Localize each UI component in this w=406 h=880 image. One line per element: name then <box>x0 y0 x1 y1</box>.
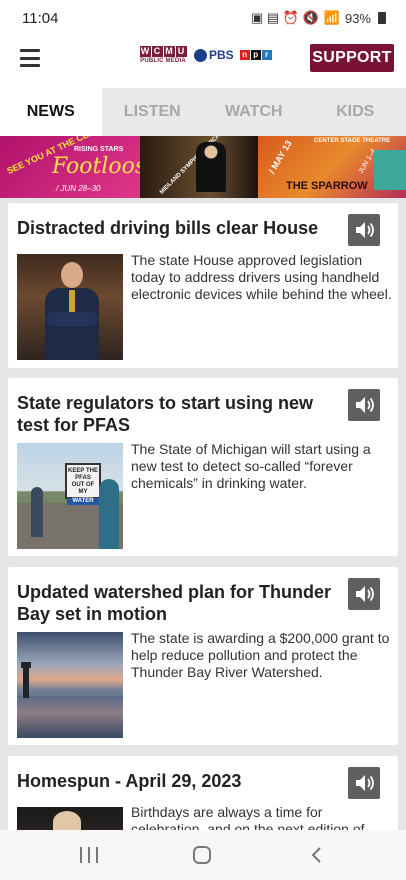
article-title[interactable]: Distracted driving bills clear House <box>17 217 333 239</box>
status-time: 11:04 <box>22 9 59 27</box>
article-title[interactable]: State regulators to start using new test… <box>17 392 333 436</box>
article-summary: The state House approved legislation tod… <box>131 252 392 302</box>
speaker-icon <box>356 397 374 413</box>
article-thumbnail[interactable]: KEEP THE PFAS OUT OF MY WATER <box>17 443 123 549</box>
pbs-text: PBS <box>209 48 234 62</box>
logo-subtitle: PUBLIC MEDIA <box>140 58 186 64</box>
battery-icon <box>378 12 386 24</box>
wcmu-wordmark: W C M U PUBLIC MEDIA <box>138 46 188 64</box>
logo-letter: U <box>175 46 187 57</box>
article-summary: The State of Michigan will start using a… <box>131 441 371 491</box>
article-title[interactable]: Homespun - April 29, 2023 <box>17 770 333 792</box>
pbs-head-icon <box>194 48 207 62</box>
banner-orchestra-panel: MIDLAND SYMPHONY ORCHESTRA <box>140 136 258 198</box>
back-icon[interactable] <box>310 847 324 863</box>
section-tabs: NEWS LISTEN WATCH KIDS <box>0 88 406 136</box>
article-card[interactable]: Updated watershed plan for Thunder Bay s… <box>8 567 398 745</box>
npr-letter: r <box>261 50 272 60</box>
banner-sparrow-title: THE SPARROW <box>286 180 368 192</box>
sign-line: PFAS <box>75 475 91 481</box>
banner-sparrow-panel: / MAY 13 CENTER STAGE THEATRE THE SPARRO… <box>258 136 406 198</box>
news-feed[interactable]: Distracted driving bills clear House The… <box>8 203 398 830</box>
home-icon[interactable] <box>193 846 211 864</box>
status-bar: 11:04 ▣ ▤ ⏰ 🔇 📶 93% <box>0 0 406 36</box>
sign-line: WATER <box>67 498 99 505</box>
article-thumbnail[interactable] <box>17 632 123 738</box>
npr-logo: n p r <box>239 50 272 60</box>
sign-line: OUT OF MY <box>71 482 95 495</box>
banner-midland-center <box>374 150 406 190</box>
wcmu-logo: W C M U PUBLIC MEDIA PBS n p r <box>138 46 272 64</box>
article-title[interactable]: Updated watershed plan for Thunder Bay s… <box>17 581 333 625</box>
promo-banner[interactable]: SEE YOU AT THE CENTER! RISING STARS Foot… <box>0 136 406 198</box>
status-icons: ▣ ▤ ⏰ 🔇 📶 93% <box>251 10 386 26</box>
logo-letter: C <box>151 46 163 57</box>
article-summary: Birthdays are always a time for celebrat… <box>131 804 365 830</box>
logo-letter: W <box>139 46 151 57</box>
listen-audio-button[interactable] <box>348 767 380 799</box>
banner-footloose-dates: / JUN 28–30 <box>56 184 101 193</box>
protest-sign: KEEP THE PFAS OUT OF MY WATER <box>65 463 101 505</box>
tab-news[interactable]: NEWS <box>0 88 102 136</box>
article-thumbnail[interactable] <box>17 807 123 830</box>
system-nav-bar <box>0 830 406 880</box>
npr-letter: p <box>250 50 261 60</box>
article-card[interactable]: State regulators to start using new test… <box>8 378 398 556</box>
article-card[interactable]: Homespun - April 29, 2023 Birthdays are … <box>8 756 398 830</box>
app-bar: W C M U PUBLIC MEDIA PBS n p r SUPPORT <box>0 36 406 88</box>
tab-watch[interactable]: WATCH <box>203 88 305 136</box>
pbs-logo: PBS <box>194 48 234 62</box>
logo-letter: M <box>163 46 175 57</box>
listen-audio-button[interactable] <box>348 389 380 421</box>
conductor-image <box>196 142 226 192</box>
banner-footloose-panel: SEE YOU AT THE CENTER! RISING STARS Foot… <box>0 136 159 198</box>
hamburger-menu-icon[interactable] <box>20 49 40 67</box>
banner-center-stage: CENTER STAGE THEATRE <box>314 138 391 144</box>
speaker-icon <box>356 222 374 238</box>
listen-audio-button[interactable] <box>348 578 380 610</box>
battery-percent: 93% <box>344 10 371 26</box>
article-thumbnail[interactable] <box>17 254 123 360</box>
notification-icons: ▣ ▤ ⏰ 🔇 <box>251 10 319 25</box>
sign-line: KEEP THE <box>68 468 98 474</box>
listen-audio-button[interactable] <box>348 214 380 246</box>
speaker-icon <box>356 775 374 791</box>
wifi-signal-icon: 📶 <box>323 10 340 25</box>
article-summary: The state is awarding a $200,000 grant t… <box>131 630 390 680</box>
banner-may-date: / MAY 13 <box>266 138 294 176</box>
article-card[interactable]: Distracted driving bills clear House The… <box>8 203 398 368</box>
tab-listen[interactable]: LISTEN <box>102 88 204 136</box>
banner-rising-stars: RISING STARS <box>74 146 124 153</box>
recents-icon[interactable] <box>80 847 98 863</box>
tab-kids[interactable]: KIDS <box>305 88 406 136</box>
speaker-icon <box>356 586 374 602</box>
npr-letter: n <box>239 50 250 60</box>
support-button[interactable]: SUPPORT <box>310 44 394 72</box>
